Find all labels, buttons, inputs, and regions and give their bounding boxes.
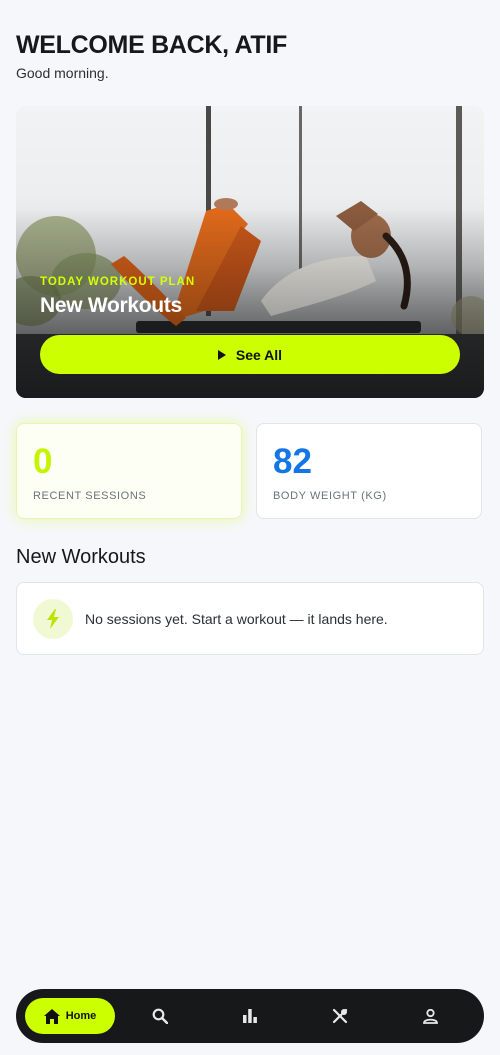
home-icon bbox=[43, 1008, 60, 1024]
body-weight-card[interactable]: 82 BODY WEIGHT (KG) bbox=[256, 423, 482, 519]
profile-icon bbox=[422, 1008, 438, 1024]
empty-state-text: No sessions yet. Start a workout — it la… bbox=[85, 611, 388, 627]
nutrition-icon bbox=[332, 1008, 348, 1024]
recent-sessions-label: RECENT SESSIONS bbox=[33, 490, 147, 502]
body-weight-label: BODY WEIGHT (KG) bbox=[273, 490, 387, 502]
recent-sessions-value: 0 bbox=[33, 442, 53, 481]
page-header: WELCOME BACK, ATIF Good morning. bbox=[16, 30, 287, 81]
nav-nutrition-button[interactable] bbox=[328, 1004, 352, 1028]
see-all-label: See All bbox=[235, 346, 283, 363]
bolt-icon bbox=[33, 599, 73, 639]
nav-home-button[interactable]: Home bbox=[25, 998, 115, 1034]
section-title: New Workouts bbox=[16, 546, 146, 568]
play-icon bbox=[217, 349, 226, 360]
greeting-subtitle: Good morning. bbox=[16, 65, 109, 81]
page-title: WELCOME BACK, ATIF bbox=[16, 31, 287, 59]
recent-sessions-card[interactable]: 0 RECENT SESSIONS bbox=[16, 423, 242, 519]
bottom-nav: Home bbox=[16, 989, 484, 1043]
workout-plan-hero-card[interactable]: TODAY WORKOUT PLAN New Workouts See All bbox=[16, 106, 484, 398]
see-all-button[interactable]: See All bbox=[40, 335, 460, 374]
empty-sessions-card: No sessions yet. Start a workout — it la… bbox=[16, 582, 484, 655]
hero-kicker: TODAY WORKOUT PLAN bbox=[40, 276, 196, 288]
nav-stats-button[interactable] bbox=[238, 1004, 262, 1028]
hero-title: New Workouts bbox=[40, 294, 182, 317]
body-weight-value: 82 bbox=[273, 442, 312, 481]
nav-home-label: Home bbox=[65, 1010, 97, 1022]
search-icon bbox=[152, 1008, 168, 1024]
nav-search-button[interactable] bbox=[148, 1004, 172, 1028]
nav-profile-button[interactable] bbox=[418, 1004, 442, 1028]
stats-icon bbox=[243, 1009, 257, 1023]
